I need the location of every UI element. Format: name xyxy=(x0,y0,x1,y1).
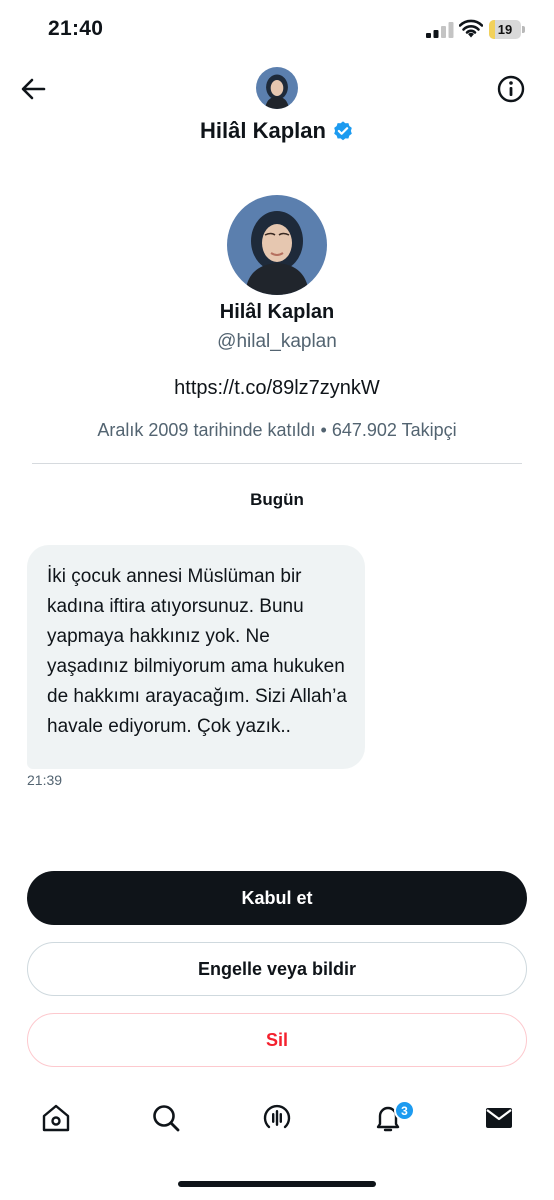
home-indicator xyxy=(178,1181,376,1187)
profile-name: Hilâl Kaplan xyxy=(219,301,335,323)
divider xyxy=(32,463,522,464)
avatar-image xyxy=(256,67,298,109)
status-time: 21:40 xyxy=(48,17,104,40)
delete-button[interactable]: Sil xyxy=(27,1013,527,1067)
header-name: Hilâl Kaplan xyxy=(200,118,326,143)
profile-handle: @hilal_kaplan xyxy=(217,331,337,352)
header-title[interactable]: Hilâl Kaplan xyxy=(0,118,554,144)
date-separator: Bugün xyxy=(250,490,304,509)
notifications-badge: 3 xyxy=(394,1100,415,1121)
info-button[interactable] xyxy=(494,72,528,106)
accept-button[interactable]: Kabul et xyxy=(27,871,527,925)
tab-messages[interactable] xyxy=(481,1100,517,1136)
wifi-icon xyxy=(459,19,483,38)
tab-spaces[interactable] xyxy=(259,1100,295,1136)
spaces-icon xyxy=(263,1104,291,1129)
back-button[interactable] xyxy=(16,72,50,106)
status-bar: 21:40 19 xyxy=(0,0,554,60)
search-icon xyxy=(153,1105,180,1132)
profile-meta: Aralık 2009 tarihinde katıldı • 647.902 … xyxy=(97,420,457,440)
battery-level: 19 xyxy=(497,22,513,37)
profile-avatar-image xyxy=(227,195,327,295)
tab-search[interactable] xyxy=(148,1100,184,1136)
block-or-report-button[interactable]: Engelle veya bildir xyxy=(27,942,527,996)
tab-home[interactable] xyxy=(38,1100,74,1136)
profile-avatar[interactable] xyxy=(227,195,327,295)
message-text: İki çocuk annesi Müslüman bir kadına ift… xyxy=(47,566,347,737)
signal-icon xyxy=(426,22,454,38)
message-bubble[interactable]: İki çocuk annesi Müslüman bir kadına ift… xyxy=(27,545,365,769)
message-time: 21:39 xyxy=(27,772,63,788)
profile-link[interactable]: https://t.co/89lz7zynkW xyxy=(0,377,554,400)
info-icon xyxy=(497,75,525,103)
battery-body: 19 xyxy=(489,20,521,39)
home-icon xyxy=(42,1104,70,1132)
header-avatar[interactable] xyxy=(256,67,298,109)
battery-tip xyxy=(522,26,525,33)
verified-badge-icon xyxy=(334,121,352,141)
battery-icon: 19 xyxy=(489,20,525,39)
back-arrow-icon xyxy=(21,78,46,100)
messages-icon xyxy=(486,1108,512,1128)
